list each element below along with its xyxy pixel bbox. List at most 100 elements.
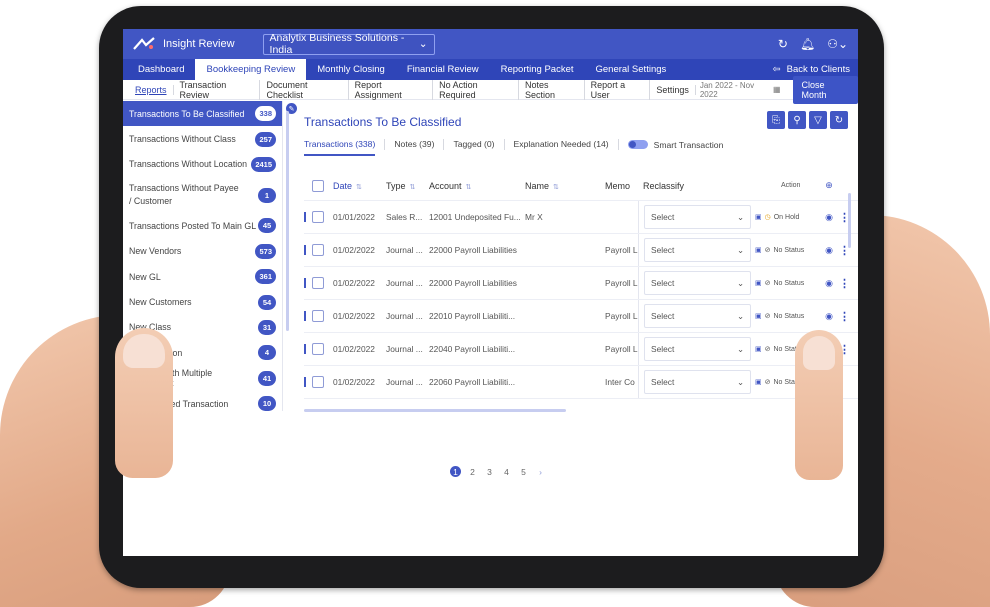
subnav-no-action-required[interactable]: No Action Required bbox=[433, 79, 520, 100]
reclassify-select[interactable]: Select ⌄ bbox=[644, 271, 751, 295]
smart-transaction-toggle[interactable] bbox=[627, 140, 648, 149]
row-checkbox[interactable] bbox=[312, 244, 324, 256]
save-icon[interactable]: ▣ bbox=[755, 345, 762, 353]
tab-explanation-needed[interactable]: Explanation Needed (14) bbox=[514, 139, 619, 150]
table-row[interactable]: 01/02/2022 Journal ... 22000 Payroll Lia… bbox=[304, 234, 858, 267]
row-checkbox[interactable] bbox=[312, 211, 324, 223]
status-label[interactable]: On Hold bbox=[774, 214, 800, 221]
table-vertical-scrollbar[interactable] bbox=[848, 193, 851, 248]
tab-notes[interactable]: Notes (39) bbox=[394, 139, 445, 150]
bell-icon[interactable]: 🔔︎ bbox=[800, 37, 815, 51]
row-checkbox[interactable] bbox=[312, 343, 324, 355]
table-row[interactable]: 01/01/2022 Sales R... 12001 Undeposited … bbox=[304, 201, 858, 234]
sidebar-item[interactable]: Transactions Without Class 257 bbox=[123, 126, 282, 151]
sidebar-item[interactable]: Transactions Without Location 2415 bbox=[123, 152, 282, 177]
sort-icon: ⇅ bbox=[465, 183, 472, 191]
refresh-icon[interactable]: ↻ bbox=[778, 37, 788, 51]
page-2[interactable]: 2 bbox=[467, 466, 478, 477]
header-type[interactable]: Type ⇅ bbox=[386, 181, 429, 191]
count-badge: 41 bbox=[258, 370, 276, 386]
app-logo-icon bbox=[133, 37, 155, 50]
date-range-value: Jan 2022 - Nov 2022 bbox=[699, 80, 755, 99]
app-header: Insight Review Analytix Business Solutio… bbox=[123, 29, 858, 59]
row-checkbox[interactable] bbox=[312, 277, 324, 289]
tab-monthly-closing[interactable]: Monthly Closing bbox=[306, 59, 396, 80]
eye-icon[interactable]: ◉ bbox=[819, 245, 839, 256]
refresh-icon[interactable]: ↻ bbox=[830, 111, 848, 129]
save-icon[interactable]: ▣ bbox=[755, 378, 762, 386]
reclassify-select[interactable]: Select ⌄ bbox=[644, 304, 751, 328]
table-row[interactable]: 01/02/2022 Journal ... 22040 Payroll Lia… bbox=[304, 333, 858, 366]
export-icon[interactable]: ⎘ bbox=[767, 111, 785, 129]
header-account[interactable]: Account ⇅ bbox=[429, 181, 525, 191]
sidebar-item[interactable]: New Customers 54 bbox=[123, 289, 282, 314]
subnav-settings[interactable]: Settings bbox=[650, 84, 696, 95]
header-date[interactable]: Date ⇅ bbox=[333, 181, 386, 191]
eye-icon[interactable]: ◉ bbox=[819, 212, 839, 223]
select-all-checkbox[interactable] bbox=[312, 179, 324, 192]
table-row[interactable]: 01/02/2022 Journal ... 22010 Payroll Lia… bbox=[304, 300, 858, 333]
date-range-picker[interactable]: Jan 2022 - Nov 2022 ▦ bbox=[700, 81, 781, 99]
sidebar-scrollbar[interactable] bbox=[286, 111, 289, 331]
count-badge: 1 bbox=[258, 187, 276, 203]
count-badge: 2415 bbox=[251, 156, 276, 172]
next-page-icon[interactable]: › bbox=[535, 466, 546, 477]
subnav-report-assignment[interactable]: Report Assignment bbox=[349, 79, 434, 100]
table-row[interactable]: 01/02/2022 Journal ... 22060 Payroll Lia… bbox=[304, 366, 858, 399]
no-status-icon: ⊘ bbox=[764, 280, 771, 287]
sidebar-item-label: Transactions Without Location bbox=[129, 159, 248, 170]
page-3[interactable]: 3 bbox=[484, 466, 495, 477]
save-icon[interactable]: ▣ bbox=[755, 246, 762, 254]
page-1[interactable]: 1 bbox=[450, 466, 461, 477]
table-horizontal-scrollbar[interactable] bbox=[304, 409, 566, 412]
subnav-transaction-review[interactable]: Transaction Review bbox=[174, 79, 261, 100]
sidebar-item[interactable]: Transactions To Be Classified 338 bbox=[123, 101, 282, 127]
reclassify-select[interactable]: Select ⌄ bbox=[644, 337, 751, 361]
save-icon[interactable]: ▣ bbox=[755, 279, 762, 287]
page-5[interactable]: 5 bbox=[518, 466, 529, 477]
reclassify-select[interactable]: Select ⌄ bbox=[644, 370, 751, 394]
tab-reporting-packet[interactable]: Reporting Packet bbox=[490, 59, 585, 80]
eye-icon[interactable]: ◉ bbox=[819, 311, 839, 322]
page-4[interactable]: 4 bbox=[501, 466, 512, 477]
row-checkbox[interactable] bbox=[312, 310, 324, 322]
subnav-document-checklist[interactable]: Document Checklist bbox=[260, 79, 349, 100]
sidebar-item[interactable]: New Vendors 573 bbox=[123, 239, 282, 264]
header-action: Action bbox=[781, 182, 801, 189]
tab-tagged[interactable]: Tagged (0) bbox=[453, 139, 505, 150]
cell-type: Journal ... bbox=[386, 245, 423, 255]
status-label[interactable]: No Status bbox=[774, 280, 805, 287]
header-name[interactable]: Name ⇅ bbox=[525, 181, 605, 191]
eye-icon[interactable]: ◉ bbox=[819, 278, 839, 289]
reclassify-select[interactable]: Select ⌄ bbox=[644, 205, 751, 229]
tab-dashboard[interactable]: Dashboard bbox=[127, 59, 195, 80]
cell-type: Journal ... bbox=[386, 278, 423, 288]
status-label[interactable]: No Status bbox=[774, 247, 805, 254]
sidebar-item[interactable]: Transactions Posted To Main GL 45 bbox=[123, 213, 282, 238]
sidebar-item[interactable]: New GL 361 bbox=[123, 264, 282, 289]
save-icon[interactable]: ▣ bbox=[755, 312, 762, 320]
tab-transactions[interactable]: Transactions (338) bbox=[304, 139, 386, 156]
table-row[interactable]: 01/02/2022 Journal ... 22000 Payroll Lia… bbox=[304, 267, 858, 300]
more-icon[interactable]: ⋮ bbox=[839, 310, 853, 323]
user-filter-icon[interactable]: ⚲ bbox=[788, 111, 806, 129]
close-month-button[interactable]: Close Month bbox=[792, 75, 858, 104]
status-label[interactable]: No Status bbox=[774, 313, 805, 320]
subnav-reports[interactable]: Reports bbox=[129, 84, 174, 95]
count-badge: 31 bbox=[258, 319, 276, 335]
tab-bookkeeping-review[interactable]: Bookkeeping Review bbox=[195, 59, 307, 80]
tab-financial-review[interactable]: Financial Review bbox=[396, 59, 490, 80]
company-select[interactable]: Analytix Business Solutions - India ⌄ bbox=[262, 32, 435, 56]
more-icon[interactable]: ⋮ bbox=[839, 277, 853, 290]
reclassify-select[interactable]: Select ⌄ bbox=[644, 238, 751, 262]
sidebar-item[interactable]: Transactions Without Payee / Customer 1 bbox=[123, 177, 282, 213]
row-checkbox[interactable] bbox=[312, 376, 324, 388]
add-column-icon[interactable]: ⊕ bbox=[819, 180, 839, 191]
subnav-report-a-user[interactable]: Report a User bbox=[585, 79, 651, 100]
smart-transaction-label: Smart Transaction bbox=[653, 139, 724, 150]
filter-icon[interactable]: ▽ bbox=[809, 111, 827, 129]
save-icon[interactable]: ▣ bbox=[755, 213, 762, 221]
user-icon[interactable]: ⚇⌄ bbox=[827, 37, 848, 51]
tab-general-settings[interactable]: General Settings bbox=[585, 59, 678, 80]
subnav-notes-section[interactable]: Notes Section bbox=[519, 79, 585, 100]
